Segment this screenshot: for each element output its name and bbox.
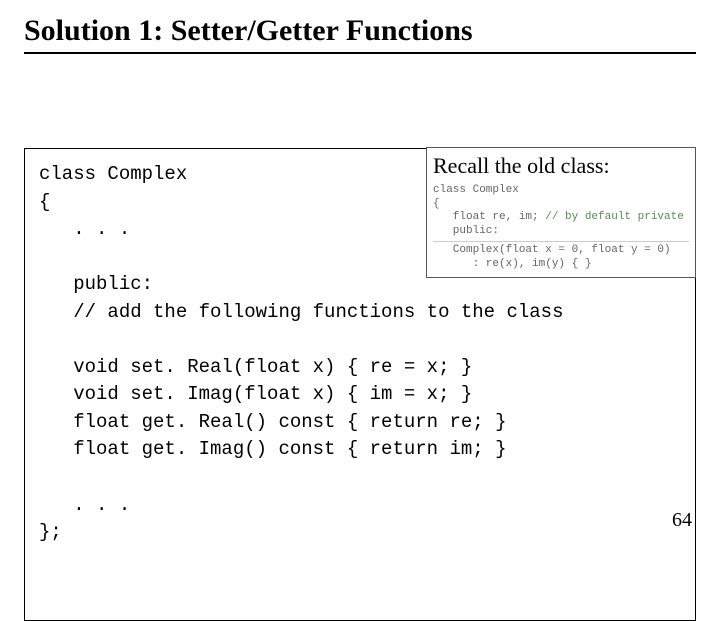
recall-code: class Complex { float re, im; // by defa… — [433, 184, 689, 239]
code-line: float get. Imag() const { return im; } — [39, 438, 506, 460]
page-number: 64 — [672, 509, 692, 532]
code-line: public: — [39, 273, 153, 295]
recall-line: Complex(float x = 0, float y = 0) — [433, 244, 671, 256]
recall-line: : re(x), im(y) { } — [433, 258, 591, 270]
code-line: // add the following functions to the cl… — [39, 301, 564, 323]
code-line: void set. Imag(float x) { im = x; } — [39, 383, 472, 405]
recall-comment: // by default private — [545, 211, 684, 223]
code-line: { — [39, 191, 50, 213]
recall-box: Recall the old class: class Complex { fl… — [426, 147, 696, 278]
code-box: class Complex { . . . public: // add the… — [24, 148, 696, 621]
code-line: . . . — [39, 494, 130, 516]
recall-line: class Complex — [433, 184, 519, 196]
code-line: class Complex — [39, 163, 187, 185]
recall-code: Complex(float x = 0, float y = 0) : re(x… — [433, 244, 689, 272]
slide-title: Solution 1: Setter/Getter Functions — [24, 14, 696, 48]
code-line: float get. Real() const { return re; } — [39, 411, 506, 433]
code-line: . . . — [39, 218, 130, 240]
recall-line: float re, im; — [433, 211, 545, 223]
code-line: void set. Real(float x) { re = x; } — [39, 356, 472, 378]
title-underline — [24, 52, 696, 54]
recall-line: { — [433, 198, 440, 210]
recall-line: public: — [433, 225, 499, 237]
recall-title: Recall the old class: — [433, 150, 689, 182]
slide: Solution 1: Setter/Getter Functions clas… — [0, 0, 720, 540]
recall-divider — [433, 241, 689, 242]
